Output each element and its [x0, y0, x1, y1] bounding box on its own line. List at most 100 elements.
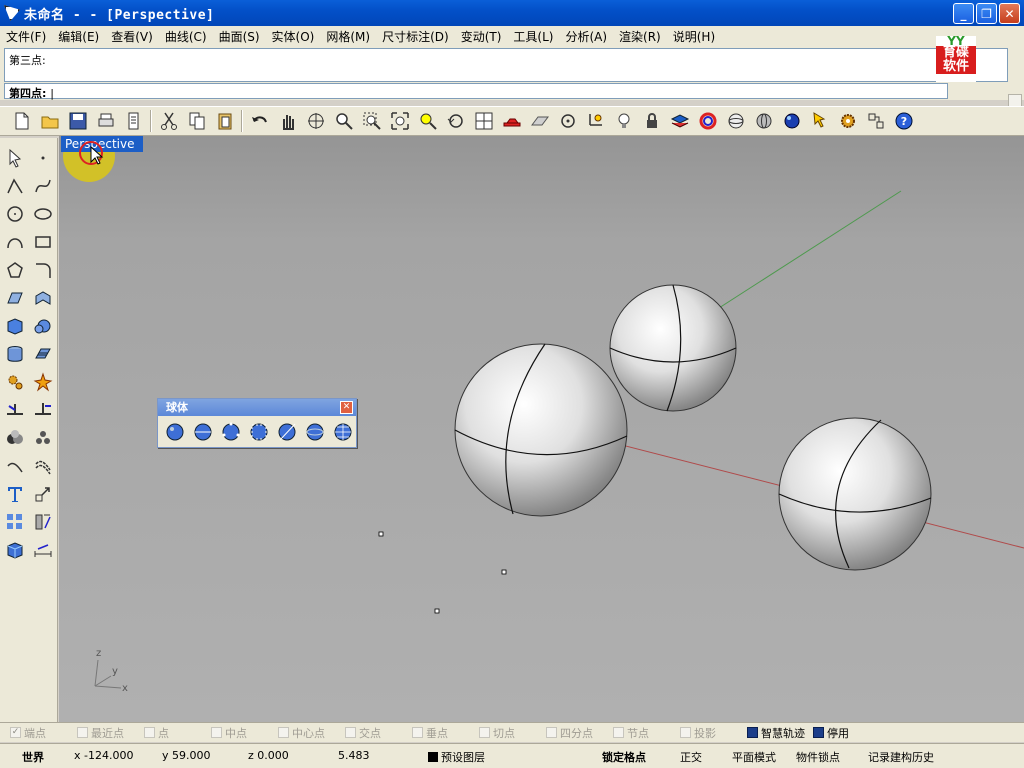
zoom-selected-icon[interactable] — [414, 108, 441, 134]
mesh-surface-icon[interactable] — [29, 340, 57, 368]
checkbox-icon[interactable] — [278, 727, 289, 738]
wireframe-sphere-icon[interactable] — [722, 108, 749, 134]
point-icon[interactable] — [29, 144, 57, 172]
ortho-toggle[interactable]: 正交 — [680, 749, 702, 765]
boolean-icon[interactable] — [1, 424, 29, 452]
menu-file[interactable]: 文件(F) — [0, 28, 52, 45]
solid-box-icon[interactable] — [1, 536, 29, 564]
checkbox-icon[interactable] — [144, 727, 155, 738]
four-viewports-icon[interactable] — [470, 108, 497, 134]
osnap-item[interactable]: 中心点 — [278, 725, 345, 741]
layer-icon[interactable] — [666, 108, 693, 134]
lock-icon[interactable] — [638, 108, 665, 134]
group-spheres-icon[interactable] — [29, 424, 57, 452]
new-file-icon[interactable] — [8, 108, 35, 134]
osnap-item[interactable]: 节点 — [613, 725, 680, 741]
osnap-item[interactable]: ✓ 端点 — [10, 725, 77, 741]
current-layer[interactable]: 预设图层 — [428, 749, 485, 765]
rotate-view-icon[interactable] — [302, 108, 329, 134]
checkbox-checked-icon[interactable]: ✓ — [10, 727, 21, 738]
fillet-curve-icon[interactable] — [29, 256, 57, 284]
checkbox-icon[interactable] — [613, 727, 624, 738]
close-button[interactable]: ✕ — [999, 3, 1020, 24]
sphere-toolbar-title-bar[interactable]: 球体 ✕ — [158, 399, 356, 416]
render-sphere-icon[interactable] — [778, 108, 805, 134]
zoom-window-icon[interactable] — [358, 108, 385, 134]
command-line-input[interactable]: 第四点: | — [4, 83, 948, 100]
sphere-3point-icon[interactable] — [218, 420, 244, 444]
menu-help[interactable]: 说明(H) — [667, 28, 721, 45]
menu-tools[interactable]: 工具(L) — [507, 28, 559, 45]
osnap-circle-icon[interactable] — [554, 108, 581, 134]
split-icon[interactable] — [29, 396, 57, 424]
ellipse-icon[interactable] — [29, 200, 57, 228]
osnap-item[interactable]: 四分点 — [546, 725, 613, 741]
sphere-toolbar-close-button[interactable]: ✕ — [340, 401, 353, 414]
scale-icon[interactable] — [29, 480, 57, 508]
checkbox-checked-icon[interactable] — [813, 727, 824, 738]
command-history[interactable]: 第三点: — [4, 48, 1008, 82]
osnap-item[interactable]: 切点 — [479, 725, 546, 741]
save-icon[interactable] — [64, 108, 91, 134]
osnap-item[interactable]: 中点 — [211, 725, 278, 741]
blend-curve-icon[interactable] — [1, 452, 29, 480]
gumball-icon[interactable] — [582, 108, 609, 134]
sphere-tool-icon[interactable] — [29, 312, 57, 340]
select-pointer-icon[interactable] — [806, 108, 833, 134]
lightbulb-icon[interactable] — [610, 108, 637, 134]
osnap-item[interactable]: 交点 — [345, 725, 412, 741]
surface-from-points-icon[interactable] — [1, 284, 29, 312]
grid-snap-toggle[interactable]: 锁定格点 — [602, 749, 646, 765]
rhino-app-icon[interactable] — [4, 5, 20, 21]
menu-solid[interactable]: 实体(O) — [266, 28, 321, 45]
menu-render[interactable]: 渲染(R) — [613, 28, 667, 45]
properties-icon[interactable] — [120, 108, 147, 134]
open-folder-icon[interactable] — [36, 108, 63, 134]
minimize-button[interactable]: _ — [953, 3, 974, 24]
checkbox-icon[interactable] — [77, 727, 88, 738]
menu-surface[interactable]: 曲面(S) — [213, 28, 266, 45]
checkbox-icon[interactable] — [412, 727, 423, 738]
text-icon[interactable] — [1, 480, 29, 508]
osnap-item[interactable]: 垂点 — [412, 725, 479, 741]
grid-plane-icon[interactable] — [526, 108, 553, 134]
color-wheel-icon[interactable] — [694, 108, 721, 134]
options-gear-icon[interactable] — [834, 108, 861, 134]
zoom-dynamic-icon[interactable] — [330, 108, 357, 134]
select-arrow-icon[interactable] — [1, 144, 29, 172]
osnap-toggle[interactable]: 物件锁点 — [796, 749, 840, 765]
trim-icon[interactable] — [1, 396, 29, 424]
checkbox-icon[interactable] — [479, 727, 490, 738]
explode-icon[interactable] — [29, 368, 57, 396]
polyline-icon[interactable] — [1, 172, 29, 200]
checkbox-icon[interactable] — [345, 727, 356, 738]
menu-mesh[interactable]: 网格(M) — [320, 28, 376, 45]
menu-analyze[interactable]: 分析(A) — [559, 28, 613, 45]
mirror-icon[interactable] — [29, 508, 57, 536]
checkbox-icon[interactable] — [680, 727, 691, 738]
rectangle-icon[interactable] — [29, 228, 57, 256]
circle-icon[interactable] — [1, 200, 29, 228]
cylinder-icon[interactable] — [1, 340, 29, 368]
osnap-item[interactable]: 最近点 — [77, 725, 144, 741]
print-icon[interactable] — [92, 108, 119, 134]
osnap-item[interactable]: 智慧轨迹 — [747, 725, 813, 741]
menu-dimension[interactable]: 尺寸标注(D) — [376, 28, 455, 45]
extrude-surface-icon[interactable] — [29, 284, 57, 312]
cut-icon[interactable] — [155, 108, 182, 134]
menu-view[interactable]: 查看(V) — [105, 28, 159, 45]
sphere-4point-icon[interactable] — [246, 420, 272, 444]
sphere-diameter-icon[interactable] — [190, 420, 216, 444]
shaded-sphere-icon[interactable] — [750, 108, 777, 134]
pan-hand-icon[interactable] — [274, 108, 301, 134]
checkbox-icon[interactable] — [211, 727, 222, 738]
car-icon[interactable] — [498, 108, 525, 134]
paste-icon[interactable] — [211, 108, 238, 134]
checkbox-checked-icon[interactable] — [747, 727, 758, 738]
array-icon[interactable] — [1, 508, 29, 536]
menu-curve[interactable]: 曲线(C) — [159, 28, 213, 45]
copy-icon[interactable] — [183, 108, 210, 134]
menu-transform[interactable]: 变动(T) — [455, 28, 508, 45]
osnap-item[interactable]: 点 — [144, 725, 211, 741]
menu-edit[interactable]: 编辑(E) — [52, 28, 105, 45]
